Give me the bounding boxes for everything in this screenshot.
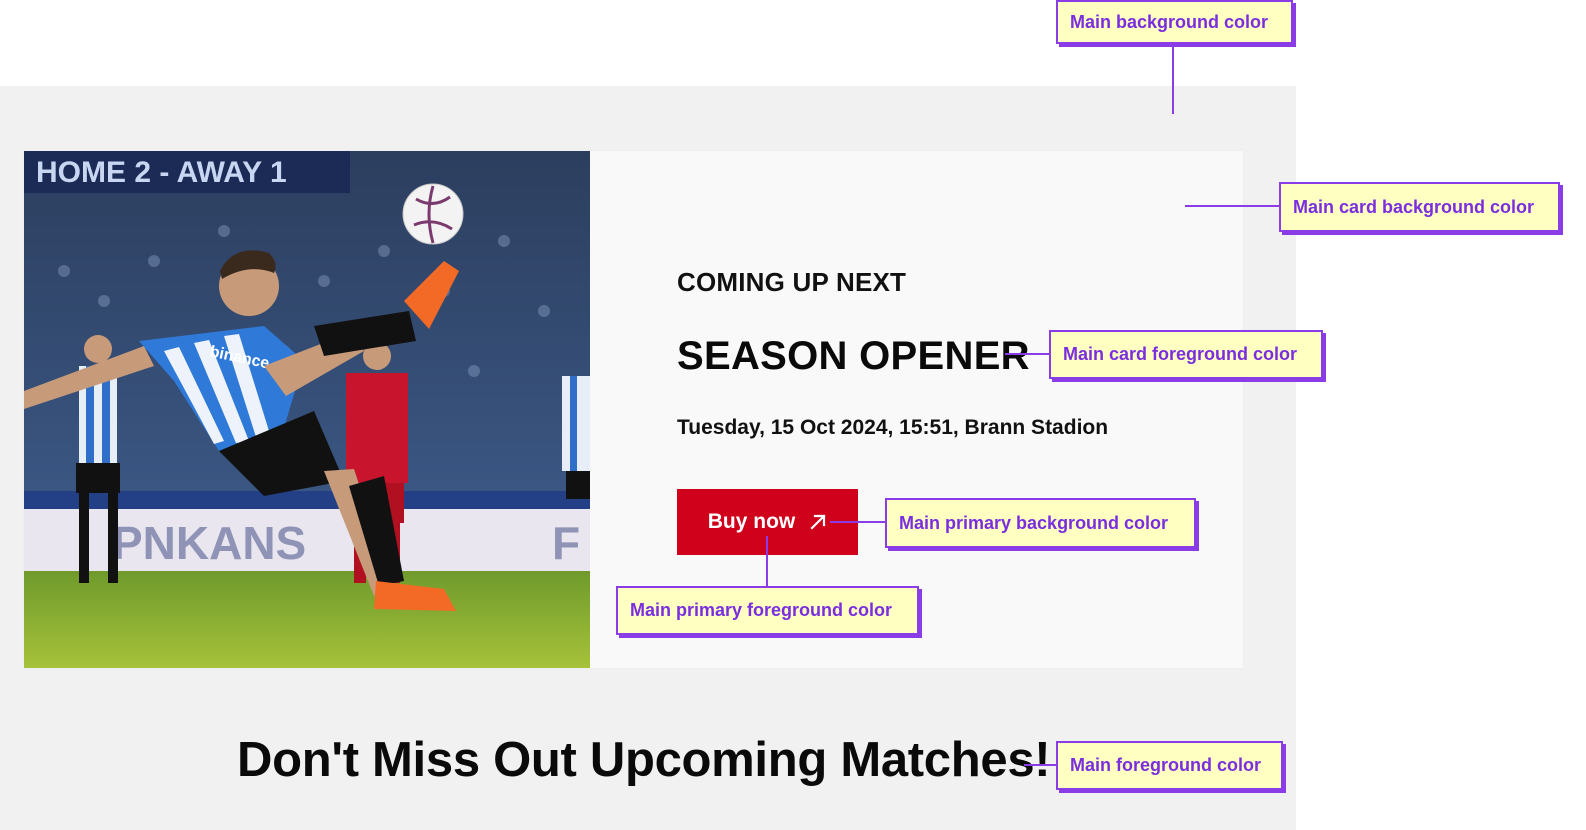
- annotation-connector-main-background: [1172, 44, 1174, 114]
- annotation-main-primary-foreground: Main primary foreground color: [616, 586, 919, 635]
- football-ball-icon: [402, 183, 464, 245]
- annotation-main-background: Main background color: [1056, 0, 1293, 44]
- annotation-main-foreground: Main foreground color: [1056, 741, 1283, 790]
- scoreboard-text: HOME 2 - AWAY 1: [36, 156, 287, 189]
- annotation-connector-card-background: [1185, 205, 1280, 207]
- match-card-image: HOME 2 - AWAY 1 PNKANS F binance: [24, 151, 590, 668]
- annotation-main-primary-background: Main primary background color: [885, 498, 1196, 548]
- arrow-up-right-icon: [809, 513, 827, 531]
- card-eyebrow: COMING UP NEXT: [677, 267, 907, 297]
- annotation-main-card-background: Main card background color: [1279, 182, 1560, 232]
- card-title: SEASON OPENER: [677, 334, 1030, 378]
- annotation-main-card-foreground: Main card foreground color: [1049, 330, 1323, 379]
- annotation-connector-main-foreground: [1024, 764, 1057, 766]
- annotation-connector-primary-background: [830, 521, 886, 523]
- annotation-connector-primary-foreground: [766, 536, 768, 586]
- background-player-right: [562, 376, 590, 499]
- match-date-venue: Tuesday, 15 Oct 2024, 15:51, Brann Stadi…: [677, 416, 1109, 439]
- ad-board-text-right: F: [552, 517, 580, 569]
- annotation-connector-card-foreground: [1005, 353, 1050, 355]
- ad-board-text-left: PNKANS: [112, 517, 306, 569]
- buy-now-label: Buy now: [707, 510, 796, 533]
- upcoming-matches-heading: Don't Miss Out Upcoming Matches!: [237, 733, 1051, 787]
- pitch: [24, 571, 590, 668]
- football-player-photo: HOME 2 - AWAY 1 PNKANS F binance: [24, 151, 590, 668]
